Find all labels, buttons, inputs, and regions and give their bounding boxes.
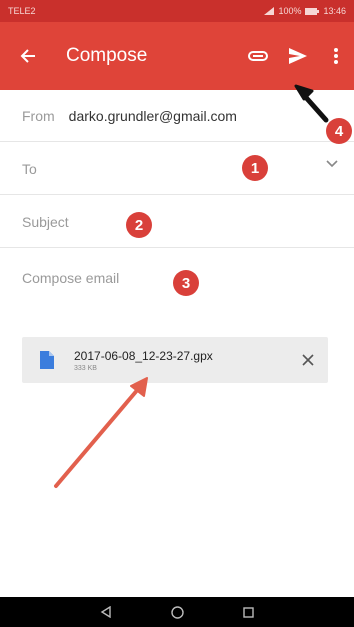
annotation-badge-2: 2 <box>126 212 152 238</box>
file-icon <box>40 351 54 369</box>
chevron-down-icon[interactable] <box>326 160 338 168</box>
attach-icon <box>248 51 268 61</box>
status-right: 100% 13:46 <box>264 6 346 16</box>
system-nav-bar <box>0 597 354 627</box>
more-options-button[interactable] <box>318 22 354 90</box>
signal-icon <box>264 7 275 15</box>
send-icon <box>289 48 307 64</box>
from-label: From <box>22 107 55 124</box>
subject-placeholder: Subject <box>22 213 69 230</box>
nav-back-icon[interactable] <box>100 606 112 618</box>
back-button[interactable] <box>0 22 56 90</box>
status-bar: TELE2 100% 13:46 <box>0 0 354 22</box>
back-arrow-icon <box>20 49 35 63</box>
more-vert-icon <box>334 48 338 64</box>
to-field[interactable]: To <box>0 143 354 195</box>
clock: 13:46 <box>323 6 346 16</box>
close-icon <box>302 354 314 366</box>
red-arrow-annotation <box>54 377 148 488</box>
attach-button[interactable] <box>238 22 278 90</box>
attachment-info: 2017-06-08_12-23-27.gpx 333 KB <box>74 349 288 372</box>
carrier-label: TELE2 <box>8 6 36 16</box>
nav-recents-icon[interactable] <box>243 606 255 618</box>
nav-home-icon[interactable] <box>171 605 184 619</box>
from-row[interactable]: From darko.grundler@gmail.com <box>0 90 354 142</box>
body-placeholder: Compose email <box>22 270 120 286</box>
attachment-file-size: 333 KB <box>74 364 97 372</box>
from-value[interactable]: darko.grundler@gmail.com <box>69 108 237 124</box>
annotation-badge-1: 1 <box>242 155 268 181</box>
app-bar: Compose <box>0 22 354 90</box>
attachment-file-name: 2017-06-08_12-23-27.gpx <box>74 348 213 363</box>
battery-icon <box>305 7 320 15</box>
subject-field[interactable]: Subject <box>0 196 354 248</box>
to-placeholder: To <box>22 160 37 177</box>
annotation-badge-4: 4 <box>326 118 352 144</box>
remove-attachment-button[interactable] <box>288 337 328 383</box>
annotation-badge-3: 3 <box>173 270 199 296</box>
compose-body-field[interactable]: Compose email <box>22 270 119 286</box>
battery-percent: 100% <box>278 6 302 16</box>
attachment-chip[interactable]: 2017-06-08_12-23-27.gpx 333 KB <box>22 337 328 383</box>
page-title: Compose <box>66 45 148 66</box>
send-button[interactable] <box>278 22 318 90</box>
